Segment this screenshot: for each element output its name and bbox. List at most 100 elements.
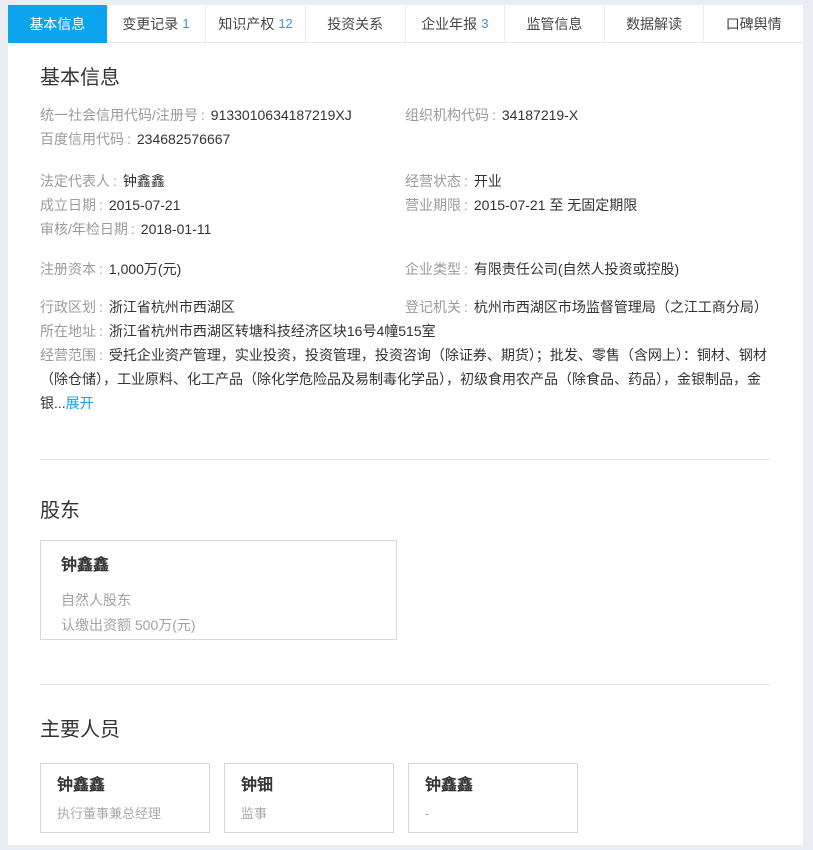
label-separator: : — [99, 323, 103, 339]
main-content: 基本信息 统一社会信用代码/注册号:9133010634187219XJ 组织机… — [8, 43, 803, 833]
business-scope-text: 受托企业资产管理，实业投资，投资管理，投资咨询（除证券、期货）；批发、零售（含网… — [40, 347, 767, 411]
personnel-card[interactable]: 钟鑫鑫 执行董事兼总经理 — [40, 763, 210, 833]
label-separator: : — [464, 261, 468, 277]
info-group-registration: 法定代表人:钟鑫鑫 经营状态:开业 成立日期:2015-07-21 营业期限:2… — [40, 169, 771, 241]
info-value: 浙江省杭州市西湖区 — [109, 299, 235, 315]
tab-label: 口碑舆情 — [726, 14, 782, 34]
info-row: 法定代表人:钟鑫鑫 经营状态:开业 — [40, 169, 771, 193]
tab-label: 投资关系 — [327, 14, 383, 34]
info-value: 1,000万(元) — [109, 261, 181, 277]
info-label: 营业期限 — [405, 197, 461, 213]
tab-public-opinion[interactable]: 口碑舆情 — [703, 5, 803, 42]
label-separator: : — [99, 261, 103, 277]
info-group-location-scope: 行政区划: 浙江省杭州市西湖区 登记机关: 杭州市西湖区市场监督管理局（之江工商分局… — [40, 295, 771, 415]
info-cell: 百度信用代码:234682576667 — [40, 127, 405, 151]
tab-regulatory-info[interactable]: 监管信息 — [504, 5, 604, 42]
info-row: 注册资本:1,000万(元) 企业类型:有限责任公司(自然人投资或控股) — [40, 257, 771, 281]
info-cell: 成立日期:2015-07-21 — [40, 193, 405, 217]
personnel-card[interactable]: 钟鑫鑫 - — [408, 763, 578, 833]
info-cell: 企业类型: 有限责任公司(自然人投资或控股) — [405, 257, 771, 281]
tab-bar: 基本信息 变更记录 1 知识产权 12 投资关系 企业年报 3 监管信息 数据解… — [8, 5, 803, 43]
info-label: 成立日期 — [40, 197, 96, 213]
tab-count: 1 — [182, 16, 189, 31]
info-value: 234682576667 — [137, 131, 230, 147]
section-title-basic-info: 基本信息 — [40, 65, 771, 91]
tab-change-records[interactable]: 变更记录 1 — [107, 5, 206, 42]
tab-label: 数据解读 — [626, 14, 682, 34]
company-profile-panel: 基本信息 变更记录 1 知识产权 12 投资关系 企业年报 3 监管信息 数据解… — [8, 5, 803, 845]
info-row: 成立日期:2015-07-21 营业期限:2015-07-21 至 无固定期限 — [40, 193, 771, 217]
info-label: 审核/年检日期 — [40, 221, 128, 237]
personnel-card-list: 钟鑫鑫 执行董事兼总经理 钟钿 监事 钟鑫鑫 - — [40, 763, 771, 833]
tab-label: 监管信息 — [526, 14, 582, 34]
info-value: 杭州市西湖区市场监督管理局（之江工商分局） — [474, 299, 768, 315]
label-separator: : — [99, 347, 103, 363]
info-cell: 经营状态:开业 — [405, 169, 771, 193]
info-label: 经营范围 — [40, 347, 96, 363]
info-cell: 登记机关: 杭州市西湖区市场监督管理局（之江工商分局） — [405, 295, 771, 319]
info-cell: 审核/年检日期:2018-01-11 — [40, 217, 405, 241]
personnel-name: 钟钿 — [241, 776, 377, 796]
shareholder-contribution: 认缴出资额 500万(元) — [61, 615, 376, 635]
info-label: 统一社会信用代码/注册号 — [40, 107, 198, 123]
label-separator: : — [99, 299, 103, 315]
personnel-card[interactable]: 钟钿 监事 — [224, 763, 394, 833]
shareholder-type: 自然人股东 — [61, 590, 376, 610]
label-separator: : — [131, 221, 135, 237]
info-label: 百度信用代码 — [40, 131, 124, 147]
tab-basic-info[interactable]: 基本信息 — [8, 5, 107, 43]
info-label: 组织机构代码 — [405, 107, 489, 123]
info-value: 9133010634187219XJ — [211, 107, 352, 123]
tab-data-interpretation[interactable]: 数据解读 — [604, 5, 704, 42]
label-separator: : — [201, 107, 205, 123]
info-row-address: 所在地址:浙江省杭州市西湖区转塘科技经济区块16号4幢515室 — [40, 319, 771, 343]
info-value: 2015-07-21 至 无固定期限 — [474, 197, 637, 213]
tab-label: 企业年报 — [421, 14, 477, 34]
info-row-business-scope: 经营范围:受托企业资产管理，实业投资，投资管理，投资咨询（除证券、期货）；批发、… — [40, 343, 771, 415]
info-row: 百度信用代码:234682576667 — [40, 127, 771, 151]
section-title-shareholders: 股东 — [40, 498, 771, 524]
label-separator: : — [492, 107, 496, 123]
info-value: 开业 — [474, 173, 502, 189]
tab-label: 变更记录 — [122, 14, 178, 34]
info-row: 统一社会信用代码/注册号:9133010634187219XJ 组织机构代码:3… — [40, 103, 771, 127]
info-value: 有限责任公司(自然人投资或控股) — [474, 261, 679, 277]
info-group-codes: 统一社会信用代码/注册号:9133010634187219XJ 组织机构代码:3… — [40, 103, 771, 151]
info-cell: 组织机构代码:34187219-X — [405, 103, 771, 127]
info-label: 法定代表人 — [40, 173, 110, 189]
shareholder-card[interactable]: 钟鑫鑫 自然人股东 认缴出资额 500万(元) — [40, 540, 397, 640]
tab-annual-reports[interactable]: 企业年报 3 — [405, 5, 505, 42]
info-value: 34187219-X — [502, 107, 578, 123]
tab-investment-relations[interactable]: 投资关系 — [305, 5, 405, 42]
tab-label: 基本信息 — [29, 14, 85, 34]
section-divider — [40, 684, 771, 685]
shareholder-name: 钟鑫鑫 — [61, 555, 376, 577]
info-cell: 法定代表人:钟鑫鑫 — [40, 169, 405, 193]
tab-count: 3 — [481, 16, 488, 31]
info-cell: 统一社会信用代码/注册号:9133010634187219XJ — [40, 103, 405, 127]
info-value: 2015-07-21 — [109, 197, 181, 213]
info-label: 企业类型 — [405, 261, 461, 277]
tab-label: 知识产权 — [218, 14, 274, 34]
label-separator: : — [464, 299, 468, 315]
personnel-name: 钟鑫鑫 — [57, 776, 193, 796]
expand-link[interactable]: 展开 — [66, 395, 94, 411]
personnel-role: - — [425, 806, 561, 822]
label-separator: : — [113, 173, 117, 189]
info-cell: 行政区划: 浙江省杭州市西湖区 — [40, 295, 405, 319]
info-label: 登记机关 — [405, 299, 461, 315]
info-row: 审核/年检日期:2018-01-11 — [40, 217, 771, 241]
label-separator: : — [99, 197, 103, 213]
info-label: 所在地址 — [40, 323, 96, 339]
info-cell: 注册资本:1,000万(元) — [40, 257, 405, 281]
tab-count: 12 — [278, 16, 292, 31]
personnel-name: 钟鑫鑫 — [425, 776, 561, 796]
personnel-role: 监事 — [241, 806, 377, 822]
tab-intellectual-property[interactable]: 知识产权 12 — [205, 5, 305, 42]
label-separator: : — [464, 173, 468, 189]
label-separator: : — [464, 197, 468, 213]
info-cell: 营业期限:2015-07-21 至 无固定期限 — [405, 193, 771, 217]
info-label: 行政区划 — [40, 299, 96, 315]
info-group-capital: 注册资本:1,000万(元) 企业类型:有限责任公司(自然人投资或控股) — [40, 257, 771, 281]
info-label: 注册资本 — [40, 261, 96, 277]
